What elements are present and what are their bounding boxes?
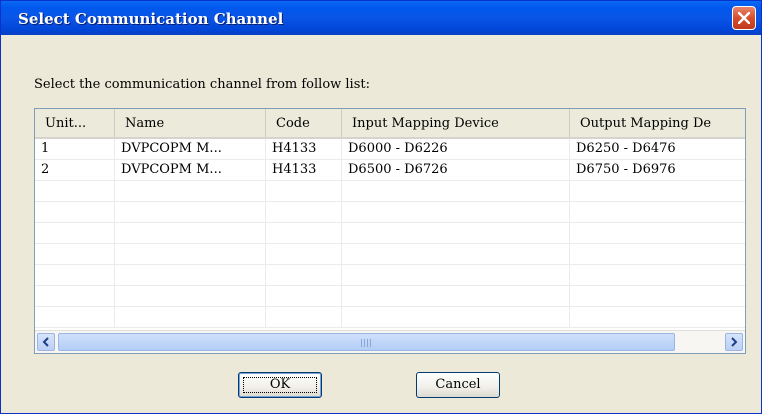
cell-input-mapping: D6500 - D6726 [342,160,570,181]
empty-row [35,181,745,202]
ok-button[interactable]: OK [238,372,322,398]
close-icon [738,12,750,24]
empty-row [35,286,745,307]
column-header-name[interactable]: Name [115,109,266,137]
empty-row [35,202,745,223]
scroll-thumb[interactable] [58,333,675,351]
select-channel-dialog: Select Communication Channel Select the … [0,0,762,414]
channel-list[interactable]: Unit... Name Code Input Mapping Device O… [34,108,746,354]
instruction-label: Select the communication channel from fo… [34,77,370,92]
table-header: Unit... Name Code Input Mapping Device O… [35,109,745,139]
title-bar[interactable]: Select Communication Channel [1,1,761,35]
empty-row [35,307,745,328]
cell-input-mapping: D6000 - D6226 [342,139,570,160]
table-row[interactable]: 2 DVPCOPM M... H4133 D6500 - D6726 D6750… [35,160,745,181]
column-header-output-mapping[interactable]: Output Mapping De [570,109,745,137]
arrow-left-icon [42,337,49,347]
empty-row [35,244,745,265]
grip-icon [361,339,371,347]
column-header-unit[interactable]: Unit... [35,109,115,137]
cell-name: DVPCOPM M... [115,160,266,181]
table-row[interactable]: 1 DVPCOPM M... H4133 D6000 - D6226 D6250… [35,139,745,160]
ok-button-label: OK [269,377,291,392]
cell-unit: 1 [35,139,115,160]
column-header-input-mapping[interactable]: Input Mapping Device [342,109,570,137]
scroll-left-button[interactable] [37,333,55,351]
arrow-right-icon [731,337,738,347]
cell-unit: 2 [35,160,115,181]
cell-code: H4133 [266,160,342,181]
cancel-button-label: Cancel [435,377,481,392]
cancel-button[interactable]: Cancel [416,372,500,398]
dialog-title: Select Communication Channel [18,10,284,28]
cell-name: DVPCOPM M... [115,139,266,160]
horizontal-scrollbar[interactable] [35,330,745,353]
cell-output-mapping: D6750 - D6976 [570,160,745,181]
empty-row [35,265,745,286]
cell-output-mapping: D6250 - D6476 [570,139,745,160]
empty-row [35,223,745,244]
close-button[interactable] [732,6,756,30]
column-header-code[interactable]: Code [266,109,342,137]
cell-code: H4133 [266,139,342,160]
scroll-right-button[interactable] [725,333,743,351]
